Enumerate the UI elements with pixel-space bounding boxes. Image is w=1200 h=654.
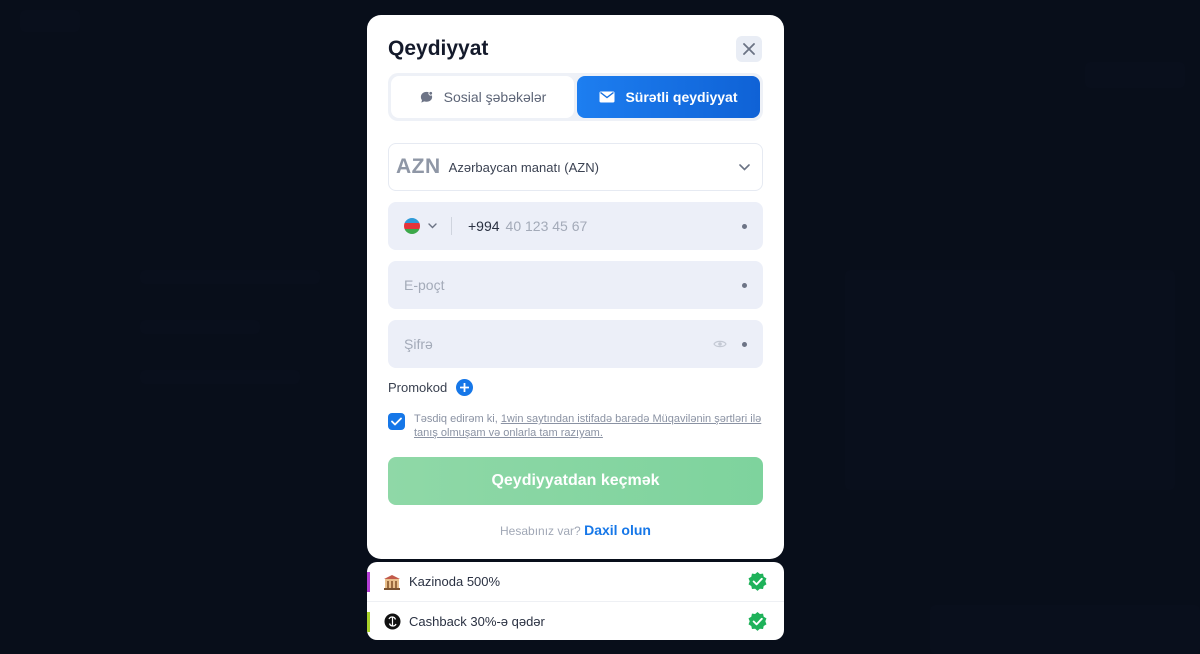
phone-input[interactable]: 40 123 45 67 [506, 218, 742, 234]
modal-title: Qeydiyyat [388, 37, 489, 60]
envelope-icon [599, 91, 615, 103]
chat-bubble-icon [420, 90, 433, 103]
tab-social-networks[interactable]: Sosial şəbəkələr [391, 76, 574, 118]
azerbaijan-flag-icon[interactable] [404, 218, 420, 234]
verified-badge-icon [748, 571, 767, 591]
chevron-down-icon [739, 163, 750, 171]
phone-separator [451, 217, 452, 235]
tab-quick-label: Sürətli qeydiyyat [625, 89, 738, 105]
agreement-text: Təsdiq edirəm ki, 1win saytından istifad… [414, 412, 763, 440]
eye-icon[interactable] [713, 339, 727, 349]
agreement: Təsdiq edirəm ki, 1win saytından istifad… [388, 412, 763, 440]
login-prompt: Hesabınız var? Daxil olun [367, 522, 784, 538]
bonus-label: Kazinoda 500% [409, 574, 501, 589]
login-prompt-text: Hesabınız var? [500, 524, 581, 538]
login-link[interactable]: Daxil olun [584, 522, 651, 538]
agreement-checkbox[interactable] [388, 413, 405, 430]
plus-icon [460, 383, 470, 392]
phone-dial-code: +994 [468, 218, 500, 234]
currency-code: AZN [396, 155, 441, 178]
password-input[interactable]: Şifrə [404, 336, 713, 352]
required-indicator [742, 223, 747, 229]
tab-quick-registration[interactable]: Sürətli qeydiyyat [577, 76, 760, 118]
register-button[interactable]: Qeydiyyatdan keçmək [388, 457, 763, 505]
email-field[interactable]: E-poçt [388, 261, 763, 309]
phone-field[interactable]: +994 40 123 45 67 [388, 202, 763, 250]
bonus-list: Kazinoda 500% Cashback 30%-ə qədər [367, 562, 784, 640]
bonus-label: Cashback 30%-ə qədər [409, 613, 545, 629]
verified-badge-icon [748, 611, 767, 631]
add-promo-button[interactable] [456, 379, 474, 396]
bonus-item: Cashback 30%-ə qədər [367, 601, 784, 640]
bonus-item: Kazinoda 500% [367, 562, 784, 601]
registration-modal: Qeydiyyat Sosial şəbəkələr Sürətli qeydi… [367, 15, 784, 559]
required-indicator [742, 341, 747, 347]
tab-social-label: Sosial şəbəkələr [443, 89, 547, 105]
checkmark-icon [391, 417, 402, 426]
bonus-color-strip [367, 612, 370, 632]
agreement-prefix: Təsdiq edirəm ki, [414, 413, 501, 425]
promo-label: Promokod [388, 380, 448, 395]
close-icon [743, 43, 755, 55]
currency-select[interactable]: AZN Azərbaycan manatı (AZN) [388, 143, 763, 191]
promo-code-toggle[interactable]: Promokod [388, 379, 474, 396]
password-field[interactable]: Şifrə [388, 320, 763, 368]
close-button[interactable] [736, 36, 762, 62]
country-chevron-down-icon[interactable] [428, 223, 437, 229]
casino-building-icon [383, 573, 401, 591]
currency-name: Azərbaycan manatı (AZN) [448, 159, 599, 175]
bonus-color-strip [367, 572, 370, 592]
required-indicator [742, 282, 747, 288]
email-input[interactable]: E-poçt [404, 277, 742, 293]
registration-tabs: Sosial şəbəkələr Sürətli qeydiyyat [388, 73, 763, 121]
cashback-coin-icon [383, 612, 401, 630]
